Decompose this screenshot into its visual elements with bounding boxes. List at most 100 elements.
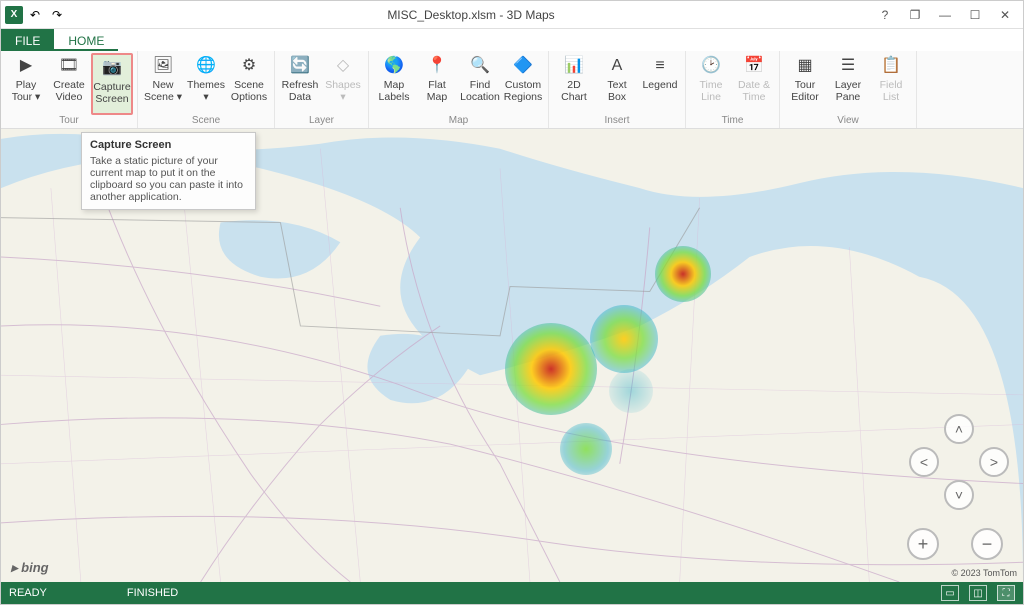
status-bar: READY FINISHED ▭ ◫ ⛶ bbox=[1, 582, 1023, 604]
map-labels-button-label: Map Labels bbox=[374, 79, 414, 103]
shapes-icon: ◇ bbox=[331, 55, 355, 77]
ribbon-group-map: 🌎Map Labels📍Flat Map🔍Find Location🔷Custo… bbox=[369, 51, 549, 128]
camera-icon: 📷 bbox=[100, 57, 124, 79]
legend-button[interactable]: ≡ Legend bbox=[639, 53, 681, 115]
tab-strip: FILE HOME bbox=[1, 29, 1023, 51]
tooltip-title: Capture Screen bbox=[90, 139, 247, 151]
ribbon-group-tour: ▶Play Tour ▾🎞Create Video📷Capture Screen… bbox=[1, 51, 138, 128]
date-time-button: 📅Date & Time bbox=[733, 53, 775, 115]
flat-map-button[interactable]: 📍Flat Map bbox=[416, 53, 458, 115]
ribbon: ▶Play Tour ▾🎞Create Video📷Capture Screen… bbox=[1, 51, 1023, 129]
refresh-data-button[interactable]: 🔄Refresh Data bbox=[279, 53, 321, 115]
tab-home[interactable]: HOME bbox=[54, 29, 118, 51]
status-ready: READY bbox=[9, 587, 47, 599]
custom-regions-button[interactable]: 🔷Custom Regions bbox=[502, 53, 544, 115]
2d-chart-button-label: 2D Chart bbox=[554, 79, 594, 103]
ribbon-group-time: 🕑Time Line📅Date & TimeTime bbox=[686, 51, 780, 128]
play-icon: ▶ bbox=[14, 55, 38, 77]
window-title: MISC_Desktop.xlsm - 3D Maps bbox=[67, 8, 875, 22]
layerpane-icon: ☰ bbox=[836, 55, 860, 77]
refresh-icon: 🔄 bbox=[288, 55, 312, 77]
group-label-map: Map bbox=[449, 115, 468, 127]
time-line-button: 🕑Time Line bbox=[690, 53, 732, 115]
capture-screen-tooltip: Capture Screen Take a static picture of … bbox=[81, 132, 256, 210]
zoom-out-button[interactable]: − bbox=[971, 528, 1003, 560]
ribbon-group-view: ▦Tour Editor☰Layer Pane📋Field ListView bbox=[780, 51, 917, 128]
group-label-layer: Layer bbox=[309, 115, 334, 127]
scene-options-button-label: Scene Options bbox=[229, 79, 269, 103]
flat-map-button-label: Flat Map bbox=[417, 79, 457, 103]
maximize-button[interactable]: ☐ bbox=[965, 5, 985, 25]
map-zoom-controls: + − bbox=[907, 528, 1003, 560]
capture-screen-button-label: Capture Screen bbox=[93, 81, 130, 105]
play-tour-button[interactable]: ▶Play Tour ▾ bbox=[5, 53, 47, 115]
view-mode-3-button[interactable]: ⛶ bbox=[997, 585, 1015, 601]
tilt-up-button[interactable]: ˄ bbox=[944, 414, 974, 444]
legend-button-label: Legend bbox=[642, 79, 677, 91]
group-label-tour: Tour bbox=[59, 115, 78, 127]
text-box-button-label: Text Box bbox=[597, 79, 637, 103]
fieldlist-icon: 📋 bbox=[879, 55, 903, 77]
2d-chart-button[interactable]: 📊2D Chart bbox=[553, 53, 595, 115]
tab-file[interactable]: FILE bbox=[1, 29, 54, 51]
tour-editor-button[interactable]: ▦Tour Editor bbox=[784, 53, 826, 115]
new-scene-button[interactable]: 🖼New Scene ▾ bbox=[142, 53, 184, 115]
bing-logo: ▸ bing bbox=[11, 560, 49, 576]
map-canvas[interactable]: Capture Screen Take a static picture of … bbox=[1, 129, 1023, 582]
custom-regions-button-label: Custom Regions bbox=[503, 79, 543, 103]
flat-icon: 📍 bbox=[425, 55, 449, 77]
layer-pane-button[interactable]: ☰Layer Pane bbox=[827, 53, 869, 115]
restore-button[interactable]: ❐ bbox=[905, 5, 925, 25]
app-icon: X bbox=[5, 6, 23, 24]
close-button[interactable]: ✕ bbox=[995, 5, 1015, 25]
minimize-button[interactable]: — bbox=[935, 5, 955, 25]
field-list-button: 📋Field List bbox=[870, 53, 912, 115]
undo-button[interactable]: ↶ bbox=[25, 5, 45, 25]
view-mode-2-button[interactable]: ◫ bbox=[969, 585, 987, 601]
rotate-left-button[interactable]: ˂ bbox=[909, 447, 939, 477]
create-video-button[interactable]: 🎞Create Video bbox=[48, 53, 90, 115]
tour-editor-button-label: Tour Editor bbox=[785, 79, 825, 103]
chart-icon: 📊 bbox=[562, 55, 586, 77]
ribbon-group-layer: 🔄Refresh Data◇Shapes ▾Layer bbox=[275, 51, 369, 128]
status-finished: FINISHED bbox=[127, 587, 178, 599]
help-button[interactable]: ? bbox=[875, 5, 895, 25]
legend-icon: ≡ bbox=[648, 55, 672, 77]
zoom-in-button[interactable]: + bbox=[907, 528, 939, 560]
editor-icon: ▦ bbox=[793, 55, 817, 77]
new-scene-button-label: New Scene ▾ bbox=[143, 79, 183, 103]
create-video-button-label: Create Video bbox=[49, 79, 89, 103]
regions-icon: 🔷 bbox=[511, 55, 535, 77]
map-labels-button[interactable]: 🌎Map Labels bbox=[373, 53, 415, 115]
film-icon: 🎞 bbox=[57, 55, 81, 77]
find-location-button[interactable]: 🔍Find Location bbox=[459, 53, 501, 115]
text-box-button[interactable]: AText Box bbox=[596, 53, 638, 115]
group-label-insert: Insert bbox=[604, 115, 629, 127]
time-line-button-label: Time Line bbox=[691, 79, 731, 103]
map-copyright: © 2023 TomTom bbox=[952, 568, 1018, 578]
play-tour-button-label: Play Tour ▾ bbox=[6, 79, 46, 103]
scene-icon: 🖼 bbox=[151, 55, 175, 77]
find-icon: 🔍 bbox=[468, 55, 492, 77]
redo-button[interactable]: ↷ bbox=[47, 5, 67, 25]
themes-button[interactable]: 🌐Themes ▾ bbox=[185, 53, 227, 115]
tilt-down-button[interactable]: ˅ bbox=[944, 480, 974, 510]
title-bar: X ↶ ↷ MISC_Desktop.xlsm - 3D Maps ? ❐ — … bbox=[1, 1, 1023, 29]
tooltip-body: Take a static picture of your current ma… bbox=[90, 155, 247, 203]
textbox-icon: A bbox=[605, 55, 629, 77]
gear-icon: ⚙ bbox=[237, 55, 261, 77]
group-label-time: Time bbox=[722, 115, 744, 127]
field-list-button-label: Field List bbox=[871, 79, 911, 103]
rotate-right-button[interactable]: ˃ bbox=[979, 447, 1009, 477]
shapes-button: ◇Shapes ▾ bbox=[322, 53, 364, 115]
group-label-scene: Scene bbox=[192, 115, 220, 127]
datetime-icon: 📅 bbox=[742, 55, 766, 77]
view-mode-1-button[interactable]: ▭ bbox=[941, 585, 959, 601]
group-label-view: View bbox=[837, 115, 859, 127]
shapes-button-label: Shapes ▾ bbox=[323, 79, 363, 103]
capture-screen-button[interactable]: 📷Capture Screen bbox=[91, 53, 133, 115]
themes-button-label: Themes ▾ bbox=[186, 79, 226, 103]
scene-options-button[interactable]: ⚙Scene Options bbox=[228, 53, 270, 115]
find-location-button-label: Find Location bbox=[460, 79, 500, 103]
ribbon-group-scene: 🖼New Scene ▾🌐Themes ▾⚙Scene OptionsScene bbox=[138, 51, 275, 128]
